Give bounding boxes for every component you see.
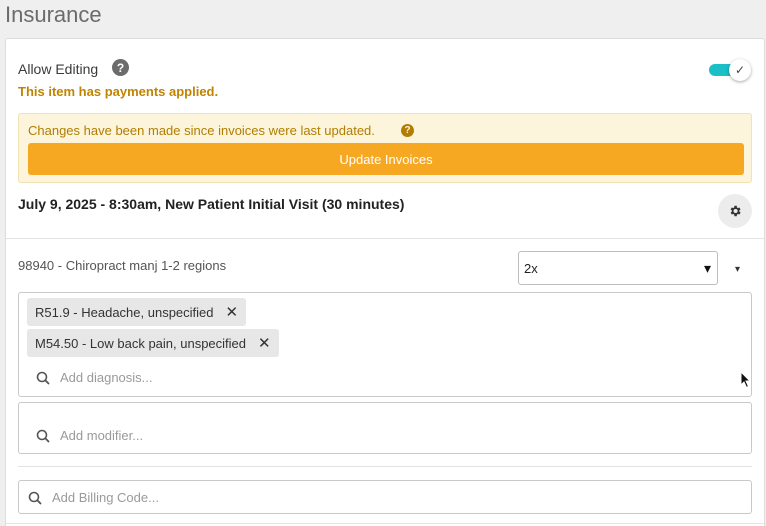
billing-placeholder: Add Billing Code... [52,490,159,505]
diagnosis-chip-label: M54.50 - Low back pain, unspecified [35,335,247,351]
modifier-box[interactable]: Add modifier... [18,402,752,454]
insurance-card: Allow Editing ? ✓ This item has payments… [5,38,765,526]
diagnosis-search[interactable]: Add diagnosis... [36,370,153,385]
visit-title: July 9, 2025 - 8:30am, New Patient Initi… [18,196,405,212]
section-divider [6,523,764,524]
notice-help-icon[interactable]: ? [401,124,414,137]
mouse-cursor-icon [740,371,752,389]
allow-editing-toggle[interactable]: ✓ [709,59,753,81]
notice-text: Changes have been made since invoices we… [28,123,375,138]
search-icon [36,371,50,385]
diagnosis-placeholder: Add diagnosis... [60,370,153,385]
units-select[interactable]: 2x ▾ [518,251,718,285]
billing-code-input[interactable]: Add Billing Code... [18,480,752,514]
billing-search[interactable]: Add Billing Code... [28,490,159,505]
diagnosis-chip-label: R51.9 - Headache, unspecified [35,304,214,320]
section-divider [6,238,764,239]
procedure-menu-caret[interactable]: ▾ [735,264,740,275]
gear-icon[interactable] [718,194,752,228]
diagnosis-chip: M54.50 - Low back pain, unspecified ✕ [27,329,279,357]
allow-editing-label: Allow Editing [18,61,99,77]
invoice-notice: Changes have been made since invoices we… [18,113,752,183]
modifier-placeholder: Add modifier... [60,428,144,443]
help-icon[interactable]: ? [112,59,129,76]
search-icon [28,491,42,505]
units-value: 2x [524,260,538,276]
page-title: Insurance [5,2,102,27]
chevron-down-icon: ▾ [703,259,711,276]
check-icon: ✓ [729,59,751,81]
diagnosis-chip: R51.9 - Headache, unspecified ✕ [27,298,247,326]
diagnosis-box[interactable]: R51.9 - Headache, unspecified ✕ M54.50 -… [18,292,752,397]
search-icon [36,429,50,443]
modifier-search[interactable]: Add modifier... [36,428,143,443]
close-icon[interactable]: ✕ [258,334,271,352]
section-divider [18,466,752,467]
procedure-label: 98940 - Chiropract manj 1-2 regions [18,258,227,273]
payments-warning: This item has payments applied. [18,84,219,99]
update-invoices-button[interactable]: Update Invoices [28,143,744,175]
close-icon[interactable]: ✕ [226,303,239,321]
